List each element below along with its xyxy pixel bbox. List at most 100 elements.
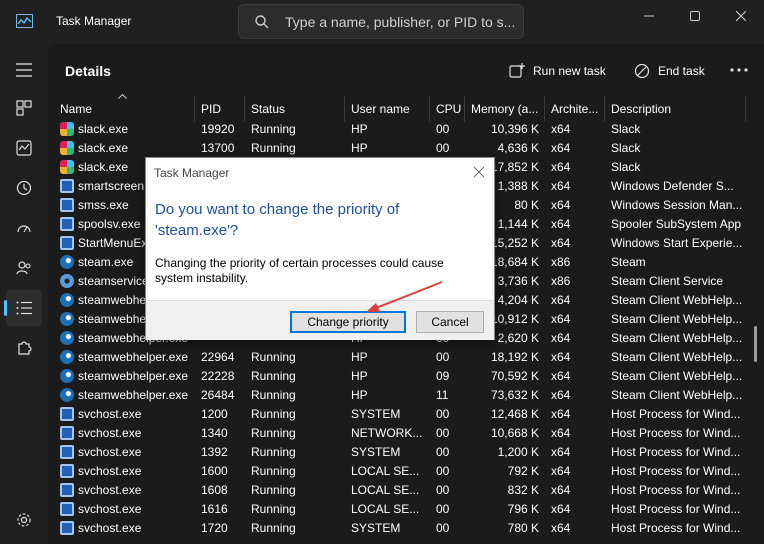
nav-details[interactable] — [4, 290, 42, 326]
status-text: Running — [251, 407, 296, 421]
cell-arch: x64 — [545, 234, 605, 253]
arch-text: x64 — [551, 369, 571, 383]
mem-text: 2,620 K — [497, 331, 539, 345]
mem-text: 80 K — [514, 198, 539, 212]
table-row[interactable]: svchost.exe 1200 Running SYSTEM 00 12,468 K x6… — [48, 405, 746, 424]
nav-settings[interactable] — [6, 502, 42, 538]
cell-desc: Host Process for Wind... — [605, 405, 746, 424]
nav-performance[interactable] — [6, 130, 42, 166]
close-icon — [736, 11, 746, 21]
table-row[interactable]: slack.exe 19920 Running HP 00 10,396 K x64 Slac… — [48, 120, 746, 139]
name-text: svchost.exe — [78, 483, 142, 497]
dialog-close-icon[interactable] — [472, 165, 486, 179]
status-text: Running — [251, 502, 296, 516]
scrollbar-thumb[interactable] — [754, 326, 757, 362]
table-row[interactable]: svchost.exe 1392 Running SYSTEM 00 1,200 K x64… — [48, 443, 746, 462]
slack-process-icon — [60, 160, 74, 174]
cell-pid: 1600 — [195, 462, 245, 481]
cancel-button[interactable]: Cancel — [416, 311, 484, 333]
cell-desc: Steam Client WebHelp... — [605, 291, 746, 310]
column-header-user-name[interactable]: User name — [345, 96, 430, 122]
column-header-name[interactable]: Name — [54, 96, 195, 122]
cell-desc: Steam Client WebHelp... — [605, 348, 746, 367]
name-text: steamwebhel — [78, 293, 149, 307]
pid-text: 1340 — [201, 426, 228, 440]
table-row[interactable]: steamwebhelper.exe 22964 Running HP 00 18,192… — [48, 348, 746, 367]
cell-desc: Host Process for Wind... — [605, 462, 746, 481]
vertical-scrollbar[interactable] — [752, 120, 760, 544]
pid-text: 1200 — [201, 407, 228, 421]
maximize-button[interactable] — [672, 0, 718, 32]
desc-text: Steam Client WebHelp... — [611, 331, 743, 345]
user-text: HP — [351, 141, 368, 155]
more-options-button[interactable] — [728, 60, 750, 80]
cell-user: HP — [345, 120, 430, 139]
cell-mem: 73,632 K — [465, 386, 545, 405]
status-text: Running — [251, 350, 296, 364]
search-input[interactable] — [285, 12, 515, 32]
status-text: Running — [251, 369, 296, 383]
table-row[interactable]: svchost.exe 1600 Running LOCAL SE... 00 792 K… — [48, 462, 746, 481]
end-task-button[interactable]: End task — [634, 59, 705, 83]
cell-arch: x86 — [545, 253, 605, 272]
cell-mem: 70,592 K — [465, 367, 545, 386]
win-process-icon — [60, 198, 74, 212]
arch-text: x64 — [551, 426, 571, 440]
column-header-pid[interactable]: PID — [195, 96, 245, 122]
name-text: svchost.exe — [78, 445, 142, 459]
column-header-status[interactable]: Status — [245, 96, 345, 122]
arch-text: x64 — [551, 502, 571, 516]
hamburger-menu-button[interactable] — [6, 52, 42, 88]
minimize-button[interactable] — [626, 0, 672, 32]
run-new-task-button[interactable]: Run new task — [509, 59, 606, 83]
mem-text: 4,204 K — [497, 293, 539, 307]
table-row[interactable]: svchost.exe 1720 Running SYSTEM 00 780 K x64 Ho… — [48, 519, 746, 538]
column-header-description[interactable]: Description — [605, 96, 746, 122]
arch-text: x64 — [551, 331, 571, 345]
table-row[interactable]: svchost.exe 1616 Running LOCAL SE... 00 796 K… — [48, 500, 746, 519]
cell-cpu: 11 — [430, 386, 465, 405]
cell-desc: Windows Session Man... — [605, 196, 746, 215]
desc-text: Slack — [611, 160, 641, 174]
column-header-cpu[interactable]: CPU — [430, 96, 465, 122]
nav-app-history[interactable] — [6, 170, 42, 206]
table-row[interactable]: svchost.exe 1608 Running LOCAL SE... 00 832 K… — [48, 481, 746, 500]
cell-status: Running — [245, 443, 345, 462]
pid-text: 22228 — [201, 369, 235, 383]
column-header-memory[interactable]: Memory (a... — [465, 96, 545, 122]
processes-icon — [16, 100, 32, 116]
cell-user: HP — [345, 367, 430, 386]
cpu-text: 00 — [436, 502, 450, 516]
cell-pid: 1392 — [195, 443, 245, 462]
column-header-architecture[interactable]: Archite... — [545, 96, 605, 122]
cell-arch: x64 — [545, 158, 605, 177]
desc-text: Steam Client WebHelp... — [611, 350, 743, 364]
table-row[interactable]: svchost.exe 1340 Running NETWORK... 00 10,668… — [48, 424, 746, 443]
run-new-task-label: Run new task — [533, 64, 606, 78]
nav-services[interactable] — [6, 330, 42, 366]
table-row[interactable]: steamwebhelper.exe 22228 Running HP 09 70,592… — [48, 367, 746, 386]
user-text: LOCAL SE... — [351, 502, 420, 516]
nav-users[interactable] — [6, 250, 42, 286]
table-row[interactable]: slack.exe 13700 Running HP 00 4,636 K x64 Slack — [48, 139, 746, 158]
search-box[interactable] — [238, 4, 524, 39]
name-text: smartscreen.e — [78, 179, 155, 193]
table-row[interactable]: steamwebhelper.exe 26484 Running HP 11 73,632… — [48, 386, 746, 405]
nav-processes[interactable] — [6, 90, 42, 126]
change-priority-dialog: Task Manager Do you want to change the p… — [145, 157, 495, 340]
nav-startup-apps[interactable] — [6, 210, 42, 246]
change-priority-button[interactable]: Change priority — [290, 311, 406, 333]
cell-mem: 1,200 K — [465, 443, 545, 462]
cell-arch: x64 — [545, 120, 605, 139]
cell-status: Running — [245, 348, 345, 367]
win-process-icon — [60, 464, 74, 478]
name-text: svchost.exe — [78, 521, 142, 535]
mem-text: 10,668 K — [490, 426, 539, 440]
name-text: steamwebhelper.exe — [78, 388, 189, 402]
cell-desc: Steam Client WebHelp... — [605, 329, 746, 348]
name-text: svchost.exe — [78, 502, 142, 516]
name-text: steamwebhelper.exe — [78, 350, 189, 364]
dialog-title: Task Manager — [154, 166, 230, 180]
steam-process-icon — [60, 369, 74, 383]
close-window-button[interactable] — [718, 0, 764, 32]
